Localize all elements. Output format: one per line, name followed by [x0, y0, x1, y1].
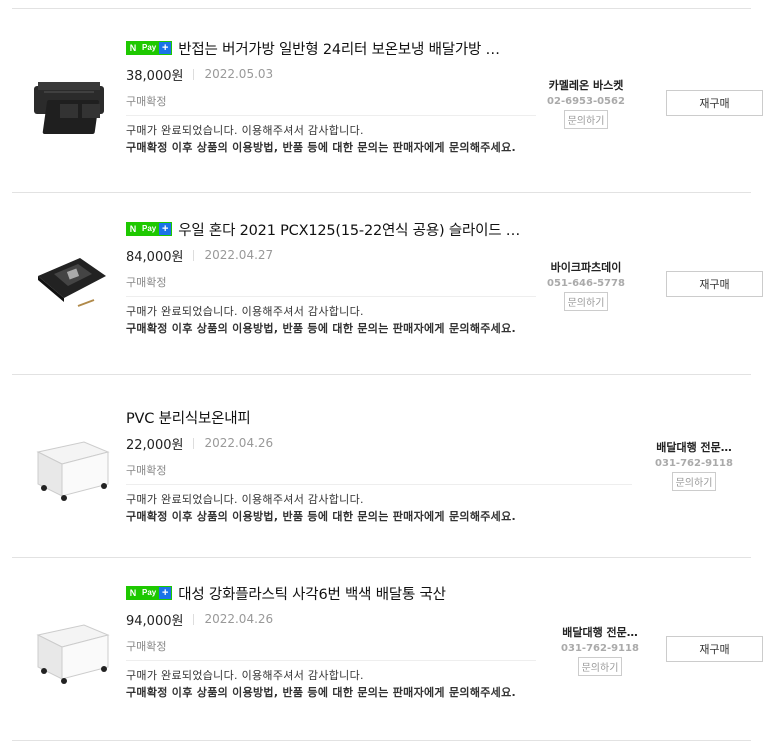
message-line-2: 구매확정 이후 상품의 이용방법, 반품 등에 대한 문의는 판매자에게 문의해… [126, 141, 516, 154]
price: 84,000원 [126, 249, 184, 265]
seller-name[interactable]: 배달대행 전문… [634, 439, 754, 455]
inquiry-button[interactable]: 문의하기 [563, 110, 609, 129]
order-date: 2022.05.03 [204, 67, 274, 81]
seller-phone: 031-762-9118 [561, 643, 639, 654]
order-date: 2022.04.26 [204, 436, 274, 450]
inquiry-button[interactable]: 문의하기 [563, 292, 609, 311]
seller-name[interactable]: 바이크파츠데이 [526, 259, 646, 275]
order-message: 구매가 완료되었습니다. 이용해주셔서 감사합니다. 구매확정 이후 상품의 이… [126, 667, 536, 701]
price-row: 84,000원 2022.04.27 [126, 246, 536, 265]
product-title-row[interactable]: N Pay + 대성 강화플라스틱 사각6번 백색 배달통 국산 [126, 582, 536, 604]
inquiry-button[interactable]: 문의하기 [671, 472, 717, 491]
npay-plus-icon: + [159, 223, 172, 235]
order-info: N Pay + 대성 강화플라스틱 사각6번 백색 배달통 국산 94,000원… [126, 582, 536, 701]
order-item: N Pay + 우일 혼다 2021 PCX125(15-22연식 공용) 슬라… [12, 193, 763, 375]
inquiry-button[interactable]: 문의하기 [577, 657, 623, 676]
seller-info: 카멜레온 바스켓 02-6953-0562 문의하기 [526, 77, 646, 129]
order-status: 구매확정 [126, 464, 167, 477]
white-box-icon[interactable] [24, 601, 119, 696]
price-date-separator [193, 437, 195, 449]
seller-phone: 031-762-9118 [655, 458, 733, 469]
rebuy-button[interactable]: 재구매 [666, 90, 763, 116]
price: 38,000원 [126, 68, 184, 84]
npay-badge: N Pay + [126, 222, 173, 236]
order-status: 구매확정 [126, 95, 167, 108]
message-line-1: 구매가 완료되었습니다. 이용해주셔서 감사합니다. [126, 669, 364, 682]
price-row: 94,000원 2022.04.26 [126, 610, 536, 629]
info-divider [126, 660, 536, 661]
white-box-icon[interactable] [24, 418, 119, 513]
order-info: N Pay + 반접는 버거가방 일반형 24리터 보온보냉 배달가방 … 38… [126, 37, 536, 156]
product-title-row[interactable]: N Pay + 반접는 버거가방 일반형 24리터 보온보냉 배달가방 … [126, 37, 536, 59]
product-title[interactable]: 반접는 버거가방 일반형 24리터 보온보냉 배달가방 … [178, 38, 500, 59]
price-date-separator [193, 613, 195, 625]
product-title[interactable]: PVC 분리식보온내피 [126, 407, 251, 428]
product-title[interactable]: 우일 혼다 2021 PCX125(15-22연식 공용) 슬라이드 … [178, 219, 520, 240]
price: 94,000원 [126, 613, 184, 629]
slide-bracket-icon[interactable] [24, 236, 119, 331]
message-line-2: 구매확정 이후 상품의 이용방법, 반품 등에 대한 문의는 판매자에게 문의해… [126, 322, 516, 335]
product-title[interactable]: 대성 강화플라스틱 사각6번 백색 배달통 국산 [178, 583, 446, 604]
npay-badge: N Pay + [126, 586, 173, 600]
order-status: 구매확정 [126, 640, 167, 653]
info-divider [126, 484, 632, 485]
npay-pay-label: Pay [139, 587, 160, 599]
npay-pay-label: Pay [139, 223, 160, 235]
order-info: N Pay + 우일 혼다 2021 PCX125(15-22연식 공용) 슬라… [126, 218, 536, 337]
npay-pay-label: Pay [139, 42, 160, 54]
info-divider [126, 296, 536, 297]
order-date: 2022.04.27 [204, 248, 274, 262]
npay-n-icon: N [127, 223, 139, 235]
seller-info: 바이크파츠데이 051-646-5778 문의하기 [526, 259, 646, 311]
seller-phone: 02-6953-0562 [547, 96, 625, 107]
order-item: N Pay + 반접는 버거가방 일반형 24리터 보온보냉 배달가방 … 38… [12, 9, 763, 193]
rebuy-button[interactable]: 재구매 [666, 271, 763, 297]
order-message: 구매가 완료되었습니다. 이용해주셔서 감사합니다. 구매확정 이후 상품의 이… [126, 303, 536, 337]
npay-badge: N Pay + [126, 41, 173, 55]
order-info: PVC 분리식보온내피 22,000원 2022.04.26 구매확정 구매가 … [126, 406, 632, 525]
rebuy-button[interactable]: 재구매 [666, 636, 763, 662]
order-message: 구매가 완료되었습니다. 이용해주셔서 감사합니다. 구매확정 이후 상품의 이… [126, 122, 536, 156]
message-line-2: 구매확정 이후 상품의 이용방법, 반품 등에 대한 문의는 판매자에게 문의해… [126, 510, 516, 523]
message-line-1: 구매가 완료되었습니다. 이용해주셔서 감사합니다. [126, 305, 364, 318]
order-item: PVC 분리식보온내피 22,000원 2022.04.26 구매확정 구매가 … [12, 375, 751, 558]
npay-n-icon: N [127, 42, 139, 54]
price-date-separator [193, 249, 195, 261]
seller-name[interactable]: 배달대행 전문… [540, 624, 660, 640]
seller-name[interactable]: 카멜레온 바스켓 [526, 77, 646, 93]
order-message: 구매가 완료되었습니다. 이용해주셔서 감사합니다. 구매확정 이후 상품의 이… [126, 491, 632, 525]
npay-plus-icon: + [159, 42, 172, 54]
product-title-row[interactable]: N Pay + 우일 혼다 2021 PCX125(15-22연식 공용) 슬라… [126, 218, 536, 240]
price-date-separator [193, 68, 195, 80]
seller-phone: 051-646-5778 [547, 278, 625, 289]
message-line-1: 구매가 완료되었습니다. 이용해주셔서 감사합니다. [126, 124, 364, 137]
order-item: N Pay + 대성 강화플라스틱 사각6번 백색 배달통 국산 94,000원… [12, 558, 763, 741]
product-title-row[interactable]: PVC 분리식보온내피 [126, 406, 632, 428]
delivery-bag-icon[interactable] [24, 52, 119, 147]
message-line-2: 구매확정 이후 상품의 이용방법, 반품 등에 대한 문의는 판매자에게 문의해… [126, 686, 516, 699]
info-divider [126, 115, 536, 116]
message-line-1: 구매가 완료되었습니다. 이용해주셔서 감사합니다. [126, 493, 364, 506]
seller-info: 배달대행 전문… 031-762-9118 문의하기 [634, 439, 754, 491]
order-status: 구매확정 [126, 276, 167, 289]
order-date: 2022.04.26 [204, 612, 274, 626]
price-row: 38,000원 2022.05.03 [126, 65, 536, 84]
price: 22,000원 [126, 437, 184, 453]
price-row: 22,000원 2022.04.26 [126, 434, 632, 453]
npay-n-icon: N [127, 587, 139, 599]
npay-plus-icon: + [159, 587, 172, 599]
seller-info: 배달대행 전문… 031-762-9118 문의하기 [540, 624, 660, 676]
